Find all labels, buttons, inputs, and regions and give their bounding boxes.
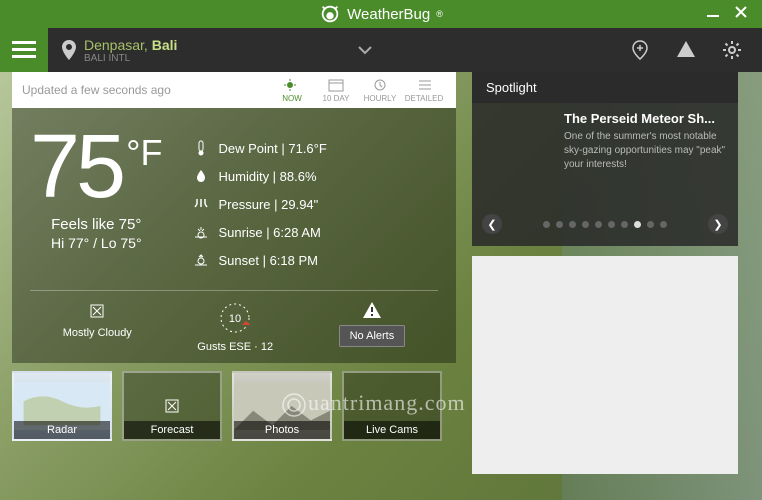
dot[interactable]: [543, 221, 550, 228]
dot[interactable]: [595, 221, 602, 228]
menu-button[interactable]: [0, 28, 48, 72]
droplet-icon: [193, 168, 209, 184]
location-bar: Denpasar, Bali BALI INTL: [0, 28, 762, 72]
pressure: Pressure | 29.94": [219, 197, 319, 212]
minimize-icon[interactable]: [706, 5, 720, 19]
spotlight-dots: [543, 221, 667, 228]
thumb-photos-label: Photos: [234, 421, 330, 439]
condition-text: Mostly Cloudy: [63, 327, 132, 339]
app-root: WeatherBug ® Denpasar, Bali BALI INTL Upd…: [0, 0, 762, 500]
dot[interactable]: [621, 221, 628, 228]
ad-placeholder: [472, 256, 738, 474]
location-selector[interactable]: Denpasar, Bali BALI INTL: [84, 37, 177, 64]
alert-triangle-icon[interactable]: [676, 40, 696, 58]
app-name-text: WeatherBug: [347, 6, 430, 23]
spotlight-card[interactable]: The Perseid Meteor Sh... One of the summ…: [472, 103, 738, 246]
dot-active[interactable]: [634, 221, 641, 228]
tabs-row: Updated a few seconds ago NOW 10 DAY HOU…: [12, 72, 456, 108]
region-name: Bali: [152, 37, 178, 53]
tab-hourly[interactable]: HOURLY: [358, 78, 402, 103]
alert-icon: [362, 301, 382, 319]
feels-like: Feels like 75°: [30, 216, 163, 233]
thumb-forecast[interactable]: Forecast: [122, 371, 222, 441]
weather-card: 75 °F Feels like 75° Hi 77° / Lo 75° Dew…: [12, 108, 456, 363]
wind-text: Gusts ESE · 12: [197, 341, 273, 353]
spotlight-title: The Perseid Meteor Sh...: [482, 111, 728, 126]
temperature-value: 75: [30, 122, 122, 212]
updated-text: Updated a few seconds ago: [22, 83, 270, 97]
wind-cell: 10 Gusts ESE · 12: [197, 301, 273, 353]
close-icon[interactable]: [734, 5, 748, 19]
bug-icon: [319, 3, 341, 25]
title-bar: WeatherBug ®: [0, 0, 762, 28]
cloudy-icon: [87, 301, 107, 321]
chevron-down-icon[interactable]: [357, 45, 373, 55]
calendar-icon: [327, 78, 345, 92]
spotlight-prev[interactable]: ❮: [482, 214, 502, 234]
thumb-forecast-label: Forecast: [124, 421, 220, 439]
thumb-radar-label: Radar: [14, 421, 110, 439]
spotlight-desc: One of the summer's most notable sky-gaz…: [482, 130, 728, 180]
pressure-icon: [193, 196, 209, 212]
wind-value: 10: [229, 313, 241, 325]
temperature-unit: °F: [126, 132, 162, 174]
list-icon: [415, 78, 433, 92]
forecast-icon: [162, 396, 182, 416]
alerts-cell[interactable]: No Alerts: [339, 301, 406, 353]
hi-lo: Hi 77° / Lo 75°: [30, 235, 163, 251]
wind-dial-icon: 10: [218, 301, 252, 335]
spotlight-header: Spotlight: [472, 72, 738, 103]
sunrise-icon: [193, 224, 209, 240]
watermark: uantrimang.com: [280, 390, 466, 419]
dot[interactable]: [569, 221, 576, 228]
tab-detailed[interactable]: DETAILED: [402, 78, 446, 103]
alerts-text: No Alerts: [339, 325, 406, 347]
sunset: Sunset | 6:18 PM: [219, 253, 319, 268]
dew-point: Dew Point | 71.6°F: [219, 141, 327, 156]
dot[interactable]: [647, 221, 654, 228]
hamburger-icon: [12, 41, 36, 59]
condition-cell: Mostly Cloudy: [63, 301, 132, 353]
add-location-icon[interactable]: [630, 40, 650, 60]
sunset-icon: [193, 252, 209, 268]
dot[interactable]: [556, 221, 563, 228]
clock-icon: [371, 78, 389, 92]
tab-now[interactable]: NOW: [270, 78, 314, 103]
station-name: BALI INTL: [84, 53, 177, 64]
registered-mark: ®: [436, 9, 443, 19]
thumb-radar[interactable]: Radar: [12, 371, 112, 441]
thumb-livecams-label: Live Cams: [344, 421, 440, 439]
tab-10day[interactable]: 10 DAY: [314, 78, 358, 103]
gear-icon[interactable]: [722, 40, 742, 60]
dot[interactable]: [582, 221, 589, 228]
city-name: Denpasar,: [84, 37, 148, 53]
location-pin-icon: [62, 40, 76, 60]
sunrise: Sunrise | 6:28 AM: [219, 225, 321, 240]
dot[interactable]: [660, 221, 667, 228]
spotlight-next[interactable]: ❯: [708, 214, 728, 234]
dot[interactable]: [608, 221, 615, 228]
sun-icon: [283, 78, 301, 92]
humidity: Humidity | 88.6%: [219, 169, 317, 184]
app-logo: WeatherBug ®: [319, 3, 443, 25]
thermometer-icon: [193, 140, 209, 156]
